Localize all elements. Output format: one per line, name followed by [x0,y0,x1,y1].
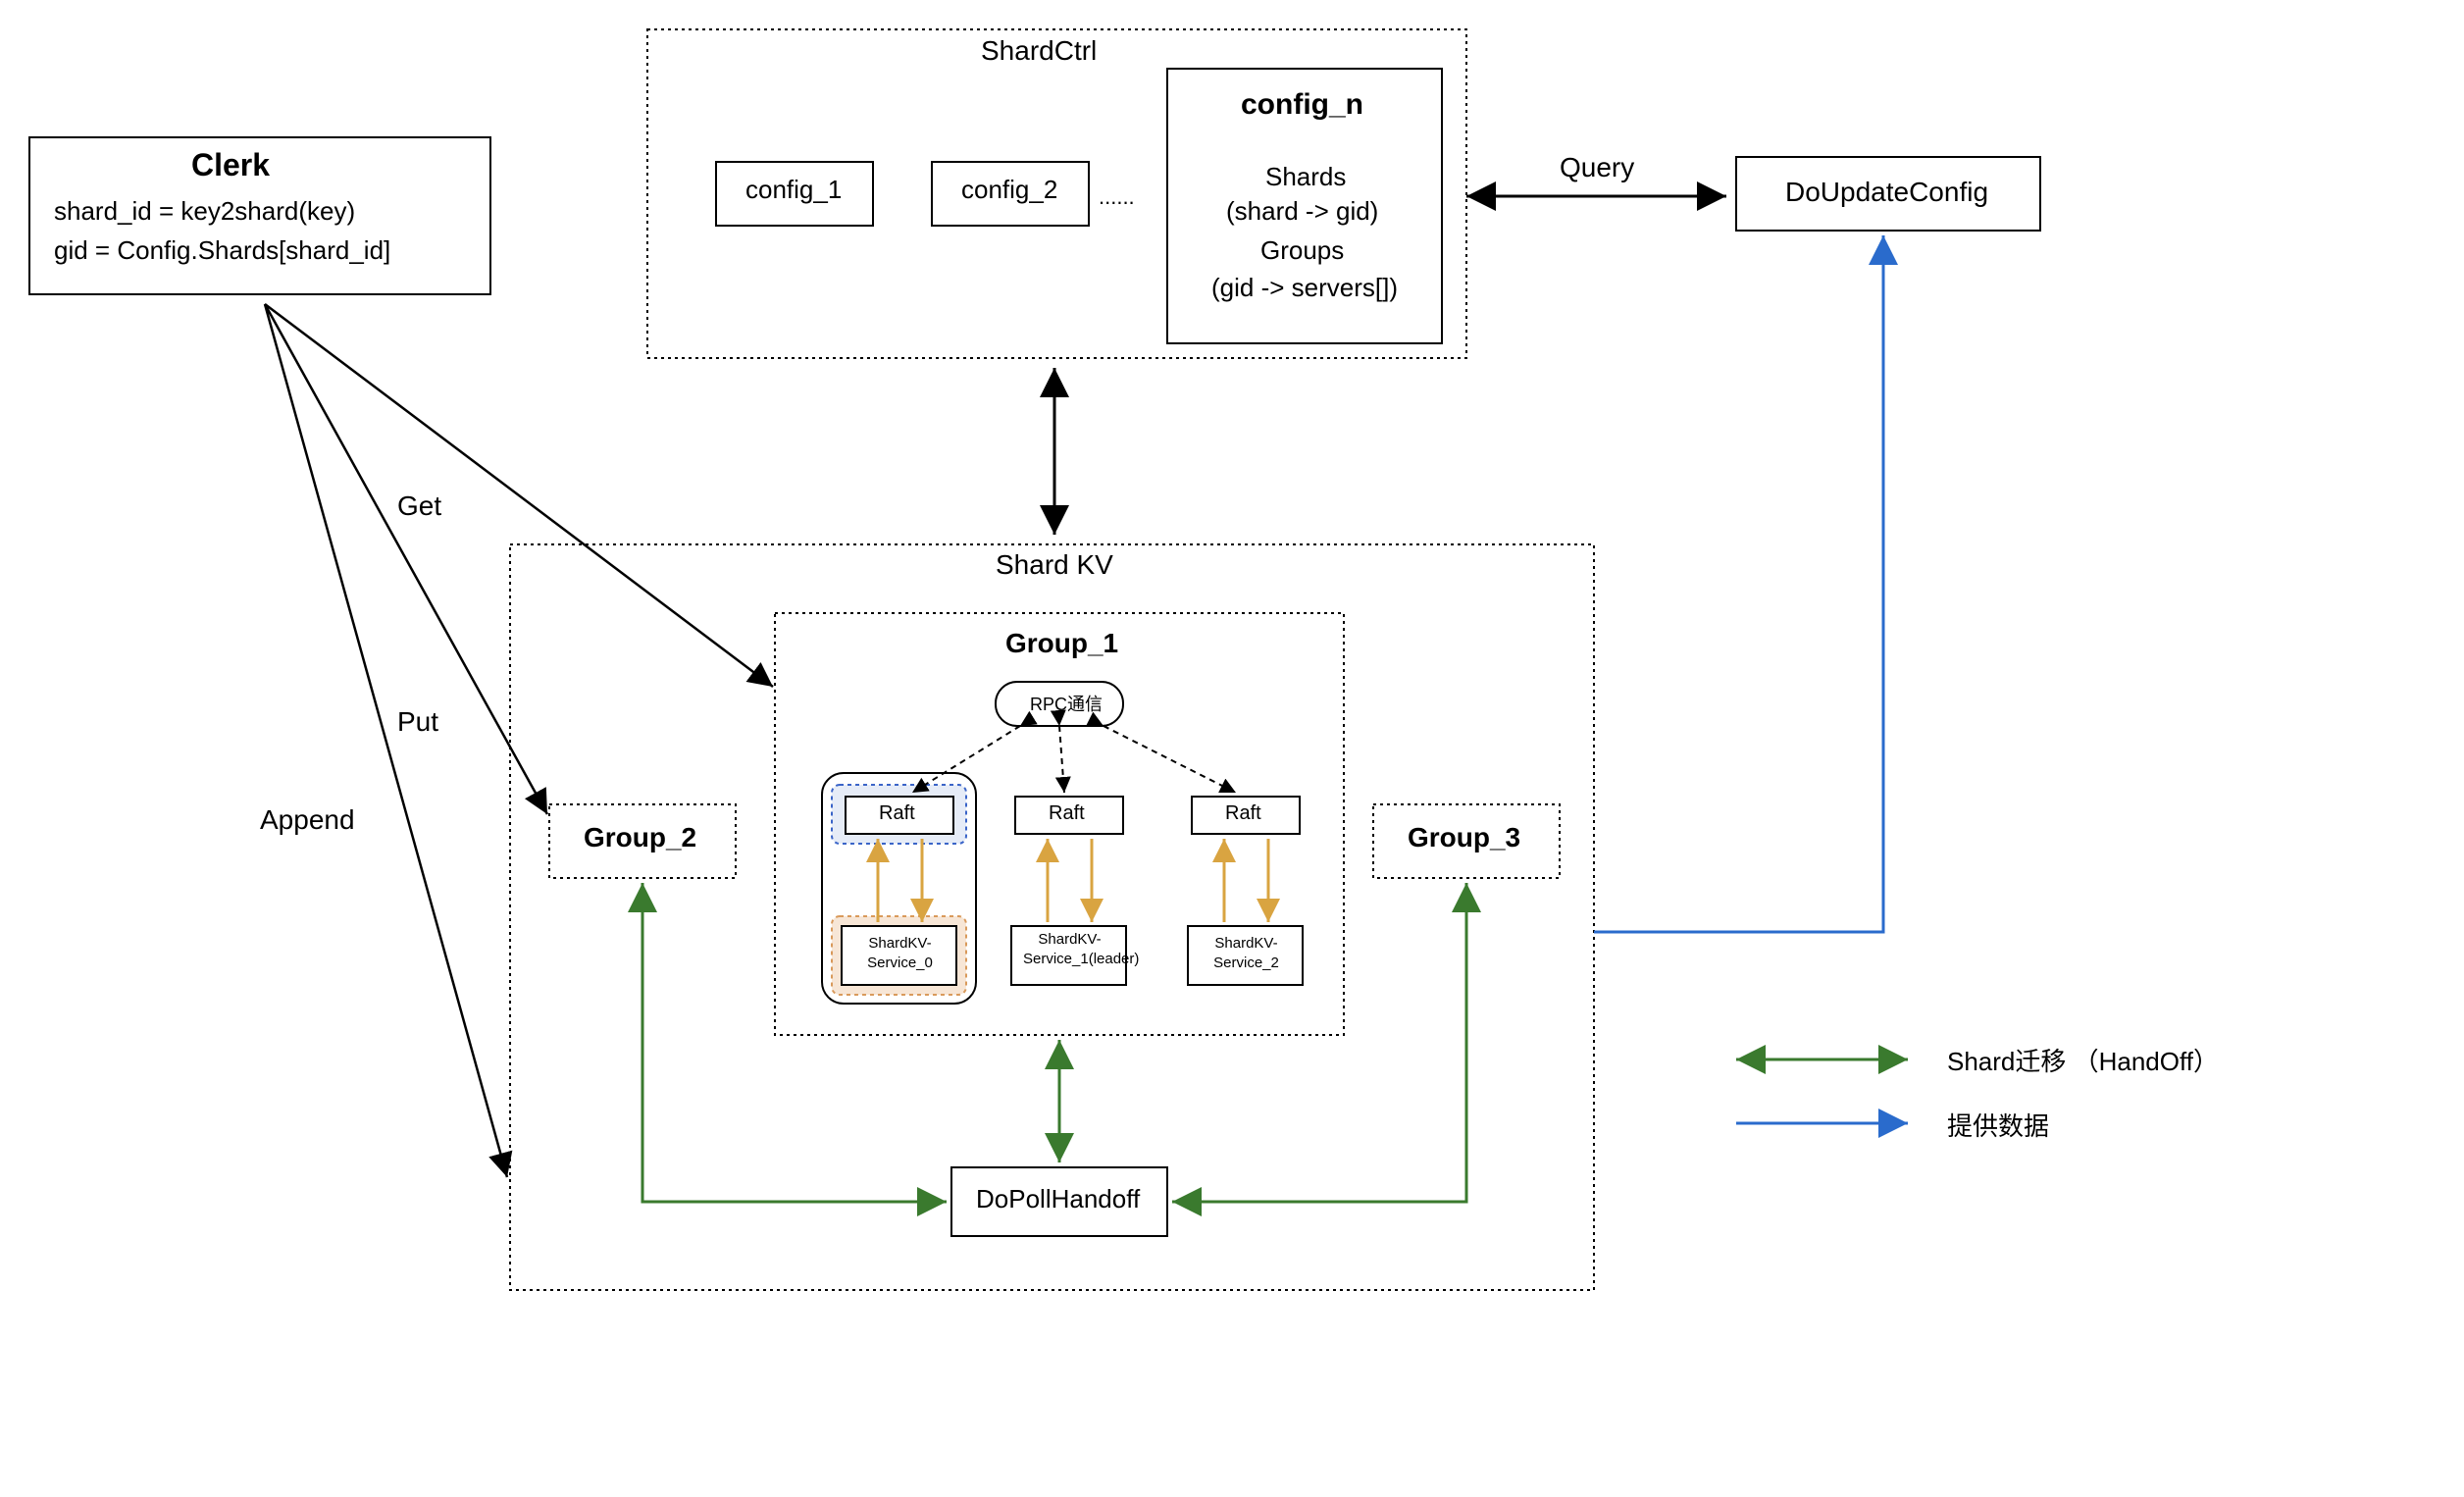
query-label: Query [1560,152,1634,183]
rpc-raft0-arrow [912,726,1020,793]
raft1-label: Raft [1049,802,1085,825]
config1-label: config_1 [745,175,842,205]
confign-line2: (shard -> gid) [1226,196,1378,227]
rpc-label: RPC通信 [1030,691,1103,716]
group2-label: Group_2 [584,822,696,853]
svc1-label: ShardKV-Service_1(leader) [1023,930,1116,968]
dopollhandoff-label: DoPollHandoff [976,1184,1140,1214]
shardctrl-title: ShardCtrl [981,35,1097,67]
confign-title: config_n [1241,88,1363,122]
shardkv-doupdate-arrow [1594,235,1883,932]
svc0-label: ShardKV-Service_0 [853,934,947,972]
confign-line3: Groups [1260,235,1344,266]
put-label: Put [397,706,438,738]
append-label: Append [260,804,355,836]
doupdateconfig-label: DoUpdateConfig [1785,177,1988,208]
confign-line4: (gid -> servers[]) [1211,273,1398,303]
group1-title: Group_1 [1005,628,1118,659]
get-label: Get [397,490,441,522]
rpc-raft2-arrow [1104,726,1236,793]
raft0-label: Raft [879,802,915,825]
shardkv-title: Shard KV [996,549,1113,581]
config-dots: ...... [1099,184,1135,210]
legend-blue-label: 提供数据 [1947,1107,2049,1143]
confign-line1: Shards [1265,162,1346,192]
get-arrow [265,304,773,687]
group3-label: Group_3 [1408,822,1520,853]
clerk-line2: gid = Config.Shards[shard_id] [54,235,390,266]
put-arrow [265,304,547,814]
raft2-label: Raft [1225,802,1261,825]
legend-green-label: Shard迁移 （HandOff） [1947,1042,2219,1078]
svc2-label: ShardKV-Service_2 [1200,934,1293,972]
clerk-line1: shard_id = key2shard(key) [54,196,355,227]
config2-label: config_2 [961,175,1057,205]
clerk-title: Clerk [191,147,270,183]
rpc-raft1-arrow [1059,726,1064,793]
append-arrow [265,304,507,1177]
